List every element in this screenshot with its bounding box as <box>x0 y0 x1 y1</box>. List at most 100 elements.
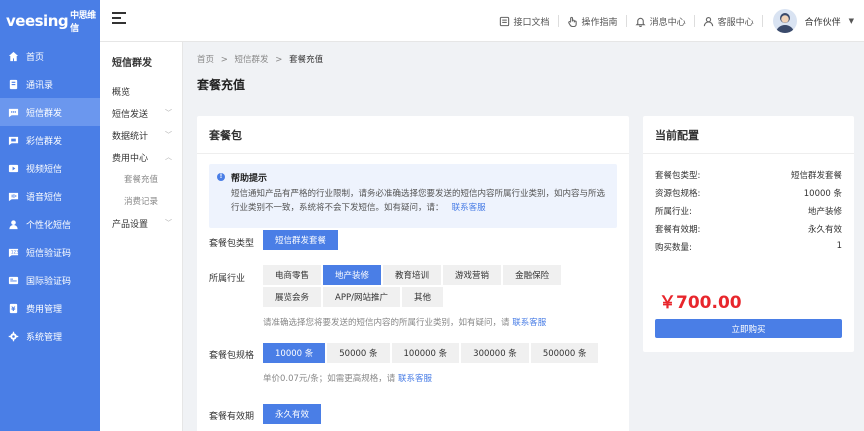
breadcrumb-sms[interactable]: 短信群发 <box>235 55 269 65</box>
subnav-item-label: 产品设置 <box>112 219 149 230</box>
config-row-value: 1 <box>836 241 842 251</box>
avatar-person-icon <box>775 13 794 33</box>
api-docs-label: 接口文档 <box>513 17 550 28</box>
sidebar-item-label: 国际验证码 <box>26 276 72 287</box>
spec-option[interactable]: 50000 条 <box>327 343 390 363</box>
subnav-item-6[interactable]: 产品设置 ﹀ <box>100 212 182 234</box>
help-contact-link[interactable]: 联系客服 <box>452 203 486 213</box>
service-link[interactable]: 客服中心 <box>695 15 763 28</box>
config-row: 所属行业: 地产装修 <box>655 205 842 217</box>
sidebar-item-label: 视频短信 <box>26 164 63 175</box>
subnav-item-label: 费用中心 <box>112 153 149 164</box>
secondary-sidebar: 短信群发 概览 短信发送 ﹀ 数据统计 ﹀ 费用中心 ︿ 套餐充值 消费记录 产品设置 ﹀ <box>100 42 183 431</box>
brand-logo[interactable]: veesing 中思维信 <box>0 0 100 42</box>
sidebar-item-6[interactable]: 个性化短信 <box>0 210 100 238</box>
sidebar-item-label: 短信验证码 <box>26 248 72 259</box>
subnav-item-5[interactable]: 消费记录 <box>100 190 182 212</box>
api-docs-link[interactable]: 接口文档 <box>491 15 559 28</box>
spec-contact-link[interactable]: 联系客服 <box>398 374 432 384</box>
subnav-item-label: 数据统计 <box>112 131 149 142</box>
sidebar-item-5[interactable]: 语音短信 <box>0 182 100 210</box>
subnav-item-2[interactable]: 数据统计 ﹀ <box>100 124 182 146</box>
config-row: 套餐有效期: 永久有效 <box>655 223 842 235</box>
sidebar-item-4[interactable]: 视频短信 <box>0 154 100 182</box>
spec-options: 10000 条 50000 条 100000 条 300000 条 500000 条 <box>263 343 619 365</box>
config-card-title: 当前配置 <box>643 116 854 154</box>
industry-option[interactable]: 金融保险 <box>503 265 562 285</box>
spec-option[interactable]: 300000 条 <box>461 343 529 363</box>
config-row-label: 套餐包类型: <box>655 171 701 181</box>
service-icon <box>703 16 713 26</box>
spec-option[interactable]: 100000 条 <box>391 343 460 363</box>
industry-hint: 请准确选择您将要发送的短信内容的所属行业类别，如有疑问，请 联系客服 <box>263 316 546 328</box>
sidebar-item-1[interactable]: 通讯录 <box>0 70 100 98</box>
user-avatar[interactable] <box>772 9 797 33</box>
subnav-item-4[interactable]: 套餐充值 <box>100 168 182 190</box>
config-row: 套餐包类型: 短信群发套餐 <box>655 169 842 181</box>
subnav-item-3[interactable]: 费用中心 ︿ <box>100 146 182 168</box>
industry-option[interactable]: 其他 <box>401 287 443 307</box>
messages-link[interactable]: 消息中心 <box>627 15 695 28</box>
sidebar-item-3[interactable]: 彩信群发 <box>0 126 100 154</box>
package-type-option[interactable]: 短信群发套餐 <box>263 230 339 250</box>
logo-cn-text: 中思维信 <box>70 11 96 34</box>
config-row-label: 所属行业: <box>655 207 692 217</box>
sidebar-item-8[interactable]: 国际验证码 <box>0 266 100 294</box>
industry-option[interactable]: 游戏营销 <box>443 265 502 285</box>
sidebar-item-7[interactable]: 123 短信验证码 <box>0 238 100 266</box>
help-text-body: 短信通知产品有严格的行业限制，请务必准确选择您要发送的短信内容所属行业类别，如内… <box>231 189 606 213</box>
spec-label: 套餐包规格 <box>209 351 255 361</box>
subnav-item-0[interactable]: 概览 <box>100 80 182 102</box>
globe-icon <box>8 275 19 286</box>
header-tools: 接口文档 操作指南 消息中心 客服中心 合作伙伴 ▼ <box>491 0 864 42</box>
help-box: ! 帮助提示 短信通知产品有严格的行业限制，请务必准确选择您要发送的短信内容所属… <box>209 164 617 228</box>
sidebar-item-0[interactable]: 首页 <box>0 42 100 70</box>
help-text: 短信通知产品有严格的行业限制，请务必准确选择您要发送的短信内容所属行业类别，如内… <box>231 187 607 215</box>
subnav-item-1[interactable]: 短信发送 ﹀ <box>100 102 182 124</box>
code-icon: 123 <box>8 247 19 258</box>
spec-option[interactable]: 10000 条 <box>263 343 326 363</box>
bell-icon <box>635 17 646 27</box>
buy-now-button[interactable]: 立即购买 <box>655 319 842 338</box>
industry-option[interactable]: APP/网站推广 <box>323 287 400 307</box>
config-row-label: 资源包规格: <box>655 189 701 199</box>
user-menu-caret-icon[interactable]: ▼ <box>849 17 854 25</box>
mms-icon <box>8 135 19 146</box>
validity-options: 永久有效 <box>263 404 619 426</box>
hand-icon <box>567 16 577 27</box>
service-label: 客服中心 <box>717 17 754 28</box>
spec-option[interactable]: 500000 条 <box>530 343 599 363</box>
config-row: 资源包规格: 10000 条 <box>655 187 842 199</box>
subnav-item-label: 概览 <box>112 87 131 98</box>
logo-text: veesing <box>6 12 69 30</box>
sidebar-item-label: 个性化短信 <box>26 220 72 231</box>
sidebar-item-2[interactable]: 短信群发 <box>0 98 100 126</box>
industry-option[interactable]: 地产装修 <box>323 265 382 285</box>
chevron-down-icon: ﹀ <box>165 219 172 227</box>
industry-option[interactable]: 展览会务 <box>263 287 322 307</box>
main-sidebar: veesing 中思维信 首页 通讯录 短信群发 彩信群发视频短信语音短信个性化短信 1… <box>0 0 100 431</box>
subnav-title: 短信群发 <box>112 58 152 69</box>
industry-option[interactable]: 电商零售 <box>263 265 322 285</box>
settings-icon <box>8 331 19 342</box>
industry-contact-link[interactable]: 联系客服 <box>512 318 546 328</box>
doc-icon <box>499 16 509 26</box>
breadcrumb-sep: > <box>220 55 228 65</box>
config-row-label: 购买数量: <box>655 243 692 253</box>
config-row-value: 地产装修 <box>807 207 842 217</box>
user-sms-icon <box>8 219 19 230</box>
menu-toggle-icon[interactable] <box>112 12 126 26</box>
breadcrumb-sep: > <box>275 55 283 65</box>
sidebar-item-10[interactable]: 系统管理 <box>0 322 100 350</box>
validity-option[interactable]: 永久有效 <box>263 404 322 424</box>
sidebar-item-9[interactable]: ¥ 费用管理 <box>0 294 100 322</box>
breadcrumb-home[interactable]: 首页 <box>197 55 214 65</box>
contacts-icon <box>8 79 19 90</box>
subnav-item-label: 套餐充值 <box>124 175 159 185</box>
breadcrumb: 首页 > 短信群发 > 套餐充值 <box>197 53 323 65</box>
user-name[interactable]: 合作伙伴 <box>805 15 841 28</box>
industry-option[interactable]: 教育培训 <box>383 265 442 285</box>
guide-link[interactable]: 操作指南 <box>559 15 627 28</box>
svg-text:123: 123 <box>11 249 19 254</box>
config-row: 购买数量: 1 <box>655 241 842 253</box>
